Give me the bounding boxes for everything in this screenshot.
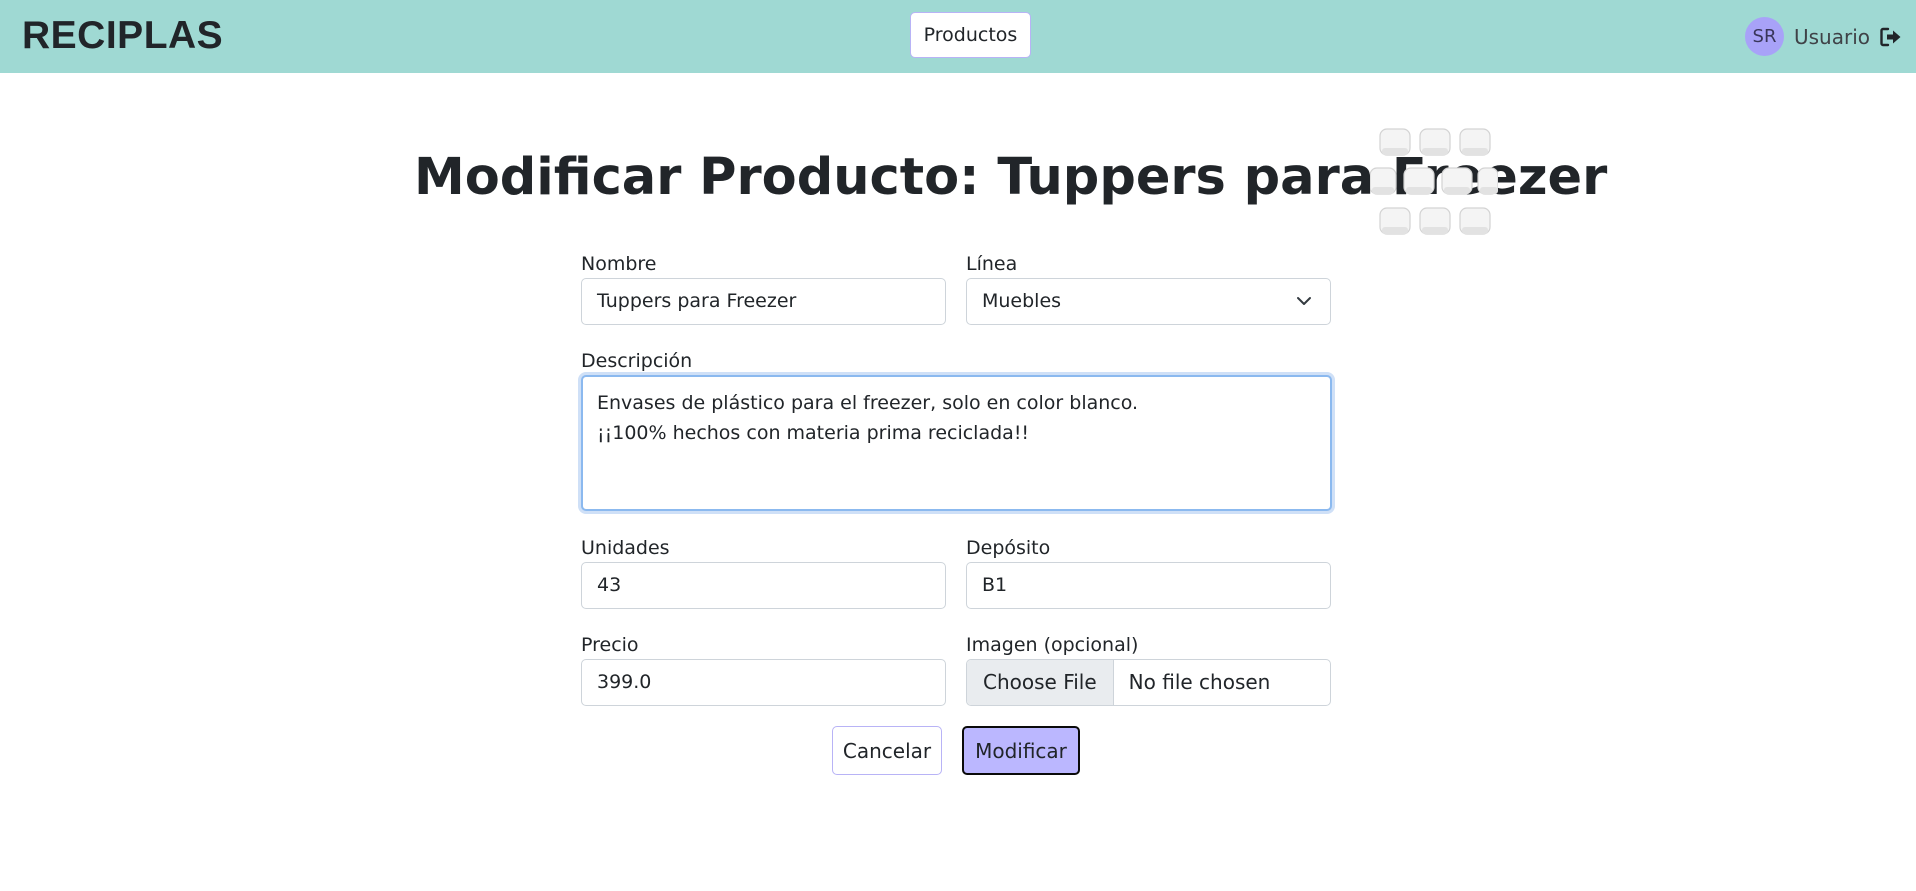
precio-input[interactable]: 399.0 bbox=[581, 659, 946, 706]
choose-file-button[interactable]: Choose File bbox=[967, 660, 1114, 705]
descripcion-label: Descripción bbox=[581, 350, 693, 372]
modificar-button[interactable]: Modificar bbox=[962, 726, 1080, 775]
imagen-label: Imagen (opcional) bbox=[966, 634, 1139, 656]
user-name[interactable]: Usuario bbox=[1794, 25, 1870, 49]
linea-select-value: Muebles bbox=[982, 290, 1062, 312]
deposito-input[interactable]: B1 bbox=[966, 562, 1331, 609]
nombre-label: Nombre bbox=[581, 253, 657, 275]
unidades-input[interactable]: 43 bbox=[581, 562, 946, 609]
nombre-input[interactable]: Tuppers para Freezer bbox=[581, 278, 946, 325]
product-image bbox=[1370, 128, 1498, 235]
cancel-button[interactable]: Cancelar bbox=[832, 726, 942, 775]
unidades-label: Unidades bbox=[581, 537, 670, 559]
precio-label: Precio bbox=[581, 634, 639, 656]
productos-button[interactable]: Productos bbox=[910, 12, 1031, 58]
file-status: No file chosen bbox=[1128, 670, 1271, 694]
chevron-down-icon bbox=[1297, 297, 1311, 305]
descripcion-textarea[interactable]: Envases de plástico para el freezer, sol… bbox=[581, 375, 1332, 511]
avatar[interactable]: SR bbox=[1745, 17, 1784, 56]
deposito-label: Depósito bbox=[966, 537, 1051, 559]
logout-icon[interactable] bbox=[1880, 27, 1902, 47]
linea-select[interactable]: Muebles bbox=[966, 278, 1331, 325]
navbar: RECIPLAS Productos SR Usuario bbox=[0, 0, 1916, 73]
user-menu[interactable]: SR Usuario bbox=[1745, 17, 1902, 56]
brand-logo[interactable]: RECIPLAS bbox=[22, 14, 223, 58]
linea-label: Línea bbox=[966, 253, 1018, 275]
imagen-file-input[interactable]: Choose File No file chosen bbox=[966, 659, 1331, 706]
